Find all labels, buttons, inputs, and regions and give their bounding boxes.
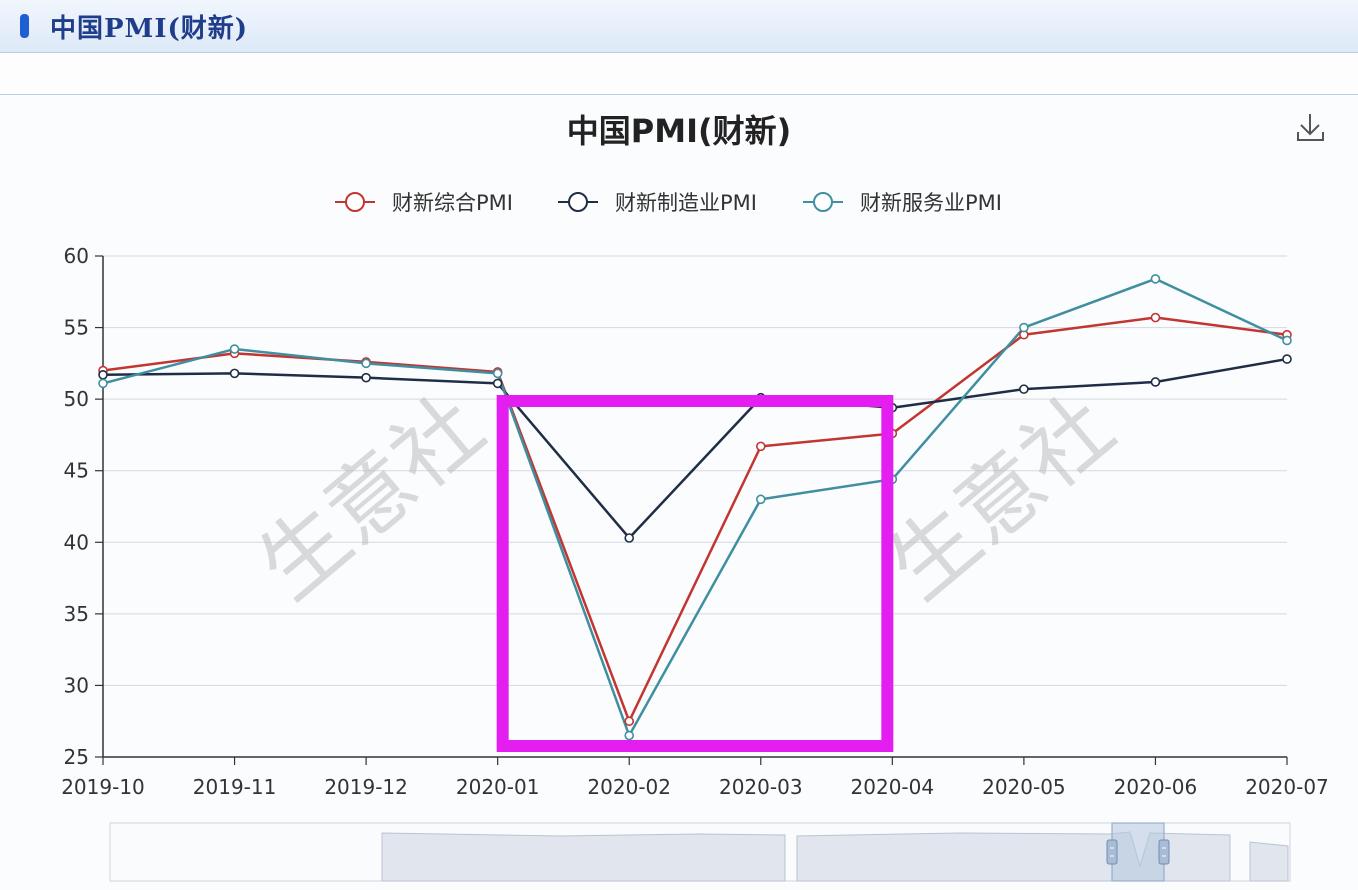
zoom-handle[interactable] bbox=[1106, 839, 1118, 865]
chart-container: 生意社 生意社 25 30 35 40 45 50 55 60 2019-10 2019-11 201… bbox=[0, 95, 1358, 886]
legend-marker bbox=[813, 192, 833, 212]
legend-label: 财新制造业PMI bbox=[615, 191, 757, 215]
data-point[interactable] bbox=[1282, 335, 1292, 346]
download-icon[interactable] bbox=[1292, 108, 1328, 144]
data-point[interactable] bbox=[361, 372, 371, 383]
y-tick-label: 25 bbox=[64, 745, 89, 769]
data-point[interactable] bbox=[1019, 384, 1029, 394]
series-line[interactable] bbox=[102, 277, 1288, 737]
data-point[interactable] bbox=[98, 378, 108, 389]
y-tick-label: 50 bbox=[64, 387, 89, 411]
x-tick-label: 2020-01 bbox=[456, 775, 540, 799]
y-tick-label: 35 bbox=[64, 602, 89, 626]
x-tick-label: 2020-03 bbox=[719, 775, 803, 799]
data-point[interactable] bbox=[755, 494, 766, 505]
zoom-preview bbox=[381, 832, 786, 882]
pmi-page: 中国PMI(财新) 生意社 生意社 25 30 35 40 45 50 55 60 2019-10… bbox=[0, 0, 1358, 886]
x-tick-label: 2020-07 bbox=[1245, 775, 1329, 799]
data-point[interactable] bbox=[755, 441, 766, 452]
toolbar-strip bbox=[0, 53, 1358, 95]
highlight-box bbox=[496, 395, 894, 752]
watermark: 生意社 生意社 bbox=[240, 377, 1132, 619]
watermark-text: 生意社 bbox=[240, 377, 502, 619]
y-tick-label: 40 bbox=[64, 530, 89, 554]
zoom-handle[interactable] bbox=[1158, 839, 1170, 865]
data-point[interactable] bbox=[1150, 274, 1161, 284]
data-point[interactable] bbox=[361, 358, 371, 369]
legend-label: 财新综合PMI bbox=[392, 191, 513, 215]
data-point[interactable] bbox=[1150, 377, 1161, 387]
x-tick-label: 2020-05 bbox=[982, 775, 1066, 799]
legend[interactable]: 财新综合PMI 财新制造业PMI 财新服务业PMI bbox=[335, 191, 1002, 215]
data-zoom-slider[interactable] bbox=[109, 822, 1291, 882]
data-point[interactable] bbox=[229, 368, 240, 379]
legend-item[interactable]: 财新服务业PMI bbox=[803, 191, 1002, 215]
y-tick-label: 45 bbox=[64, 459, 89, 483]
legend-label: 财新服务业PMI bbox=[860, 191, 1002, 215]
x-tick-label: 2019-11 bbox=[193, 775, 277, 799]
legend-marker bbox=[345, 192, 365, 212]
zoom-preview bbox=[1249, 841, 1289, 882]
legend-marker bbox=[568, 192, 588, 212]
panel-header: 中国PMI(财新) bbox=[0, 0, 1358, 53]
highlight-rect bbox=[496, 395, 894, 752]
y-tick-label: 30 bbox=[64, 673, 89, 697]
data-point[interactable] bbox=[624, 533, 635, 543]
data-point[interactable] bbox=[1282, 354, 1292, 364]
y-tick-label: 55 bbox=[64, 316, 89, 340]
x-tick-label: 2020-04 bbox=[851, 775, 935, 799]
data-point[interactable] bbox=[624, 730, 635, 741]
x-tick-label: 2019-10 bbox=[61, 775, 145, 799]
chart-title: 中国PMI(财新) bbox=[567, 112, 791, 150]
legend-item[interactable]: 财新制造业PMI bbox=[558, 191, 757, 215]
panel-title: 中国PMI(财新) bbox=[50, 14, 249, 44]
data-point[interactable] bbox=[492, 378, 503, 389]
series-lines bbox=[98, 274, 1292, 741]
data-point[interactable] bbox=[492, 368, 503, 379]
x-tick-label: 2019-12 bbox=[324, 775, 408, 799]
x-tick-label: 2020-06 bbox=[1114, 775, 1198, 799]
data-point[interactable] bbox=[98, 370, 108, 380]
x-tick-label: 2020-02 bbox=[587, 775, 671, 799]
zoom-window[interactable] bbox=[1111, 822, 1165, 882]
watermark-text: 生意社 bbox=[870, 377, 1132, 619]
data-point[interactable] bbox=[1150, 312, 1161, 323]
data-point[interactable] bbox=[624, 716, 635, 727]
title-marker-icon bbox=[20, 14, 29, 38]
data-point[interactable] bbox=[1019, 322, 1029, 333]
data-point[interactable] bbox=[229, 344, 240, 354]
legend-item[interactable]: 财新综合PMI bbox=[335, 191, 513, 215]
pmi-line-chart: 生意社 生意社 25 30 35 40 45 50 55 60 2019-10 2019-11 201… bbox=[61, 108, 1329, 882]
y-tick-label: 60 bbox=[64, 244, 89, 268]
